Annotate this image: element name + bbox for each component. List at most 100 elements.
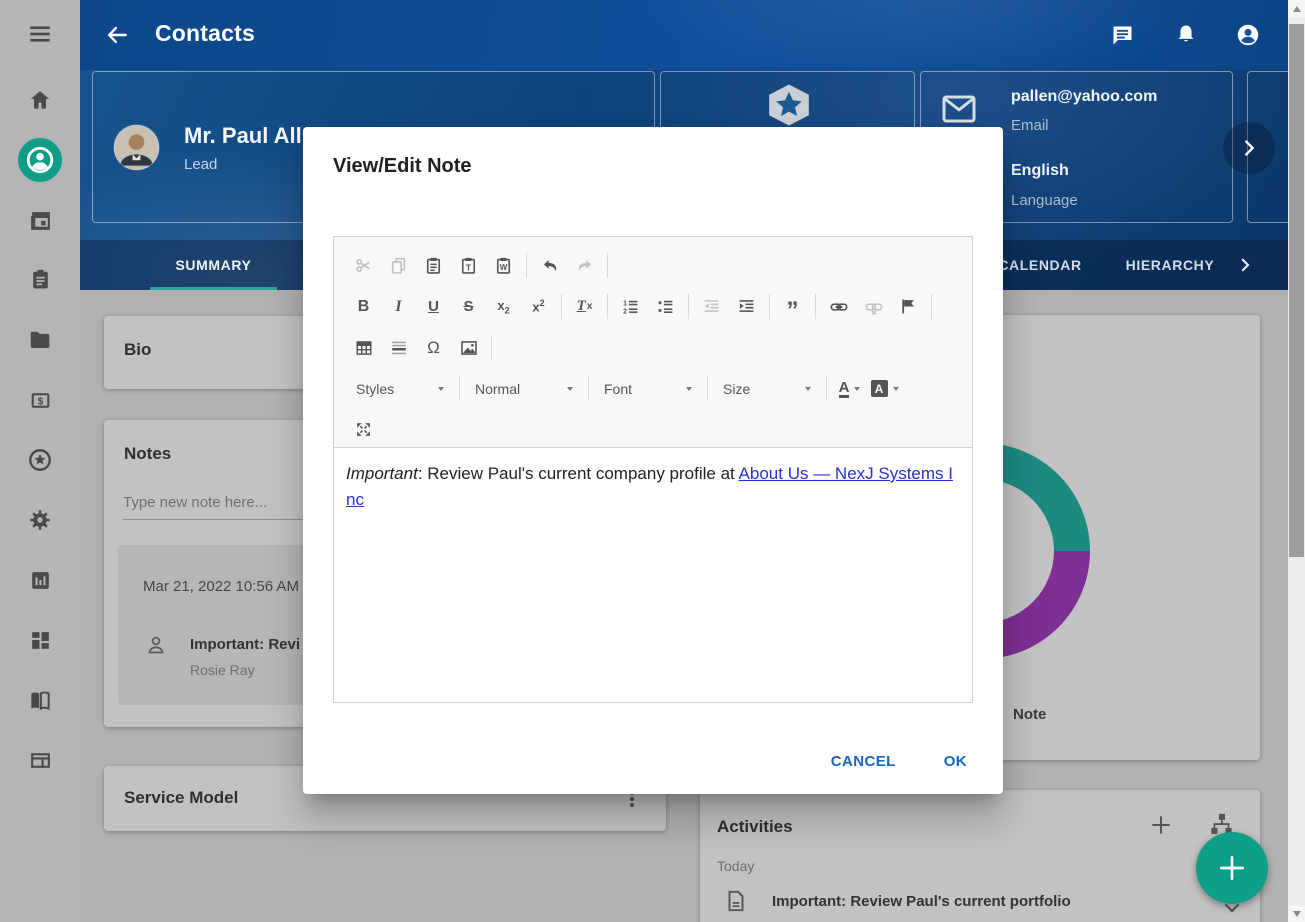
size-dropdown[interactable]: Size [713, 381, 821, 397]
paste-plain-text-icon[interactable]: T [451, 253, 486, 279]
chart-legend-note: Note [1013, 706, 1046, 723]
numbered-list-icon[interactable]: 12 [613, 294, 648, 320]
note-preview: Important: Revi [190, 636, 300, 653]
editor-toolbar: T W B I [334, 237, 972, 448]
scrollbar-thumb[interactable] [1289, 24, 1304, 557]
underline-icon[interactable]: U [416, 294, 451, 320]
email-label: Email [1011, 117, 1049, 134]
activity-item[interactable]: Important: Review Paul's current portfol… [772, 893, 1071, 910]
documents-folder-icon[interactable] [0, 318, 80, 362]
toolbar-row-tools [346, 409, 960, 450]
billing-icon[interactable]: $ [0, 378, 80, 422]
tab-hierarchy[interactable]: HIERARCHY [1115, 240, 1225, 290]
dashboard-icon[interactable] [0, 618, 80, 662]
rich-text-editor: T W B I [333, 236, 973, 703]
fab-add-button[interactable] [1196, 832, 1268, 904]
activities-group-label: Today [717, 858, 754, 874]
strikethrough-icon[interactable]: S [451, 294, 486, 320]
redo-icon[interactable] [567, 253, 602, 279]
note-author-icon [144, 633, 168, 662]
subscript-icon[interactable]: x2 [486, 294, 521, 320]
sidebar: $ [0, 0, 80, 922]
cancel-button[interactable]: CANCEL [829, 747, 898, 776]
menu-icon[interactable] [0, 12, 80, 56]
page-scrollbar[interactable] [1288, 0, 1305, 922]
bio-title: Bio [124, 340, 151, 360]
avatar [113, 124, 160, 176]
tabs-overflow-chevron-icon[interactable] [1230, 240, 1260, 290]
undo-icon[interactable] [532, 253, 567, 279]
decrease-indent-icon[interactable] [694, 294, 729, 320]
note-author: Rosie Ray [190, 662, 255, 678]
bulleted-list-icon[interactable] [648, 294, 683, 320]
format-dropdown[interactable]: Normal [465, 381, 583, 397]
toolbar-row-format: B I U S x2 x2 Tx 12 [346, 286, 960, 327]
unlink-icon[interactable] [856, 294, 891, 320]
notes-title: Notes [124, 444, 171, 464]
accounts-card-icon[interactable] [0, 738, 80, 782]
copy-icon[interactable] [381, 253, 416, 279]
language-label: Language [1011, 192, 1078, 209]
note-date: Mar 21, 2022 10:56 AM [143, 578, 299, 595]
directory-book-icon[interactable] [0, 679, 80, 723]
add-activity-icon[interactable] [1148, 812, 1174, 843]
text-color-icon[interactable]: A [832, 376, 867, 402]
svg-text:T: T [466, 262, 472, 272]
blockquote-icon[interactable]: ” [775, 294, 810, 320]
special-char-icon[interactable]: Ω [416, 335, 451, 361]
superscript-icon[interactable]: x2 [521, 294, 556, 320]
cut-icon[interactable] [346, 253, 381, 279]
activities-card: Activities Today Important: Review Paul'… [700, 790, 1260, 922]
toolbar-row-styles: Styles Normal Font Size A A [346, 368, 960, 409]
app-screen: $ Contacts [0, 0, 1305, 922]
dialog-actions: CANCEL OK [829, 747, 969, 776]
favorites-icon[interactable] [0, 438, 80, 482]
notifications-bell-icon[interactable] [1169, 18, 1203, 52]
sidebar-item-contacts[interactable] [0, 138, 80, 182]
paste-from-word-icon[interactable]: W [486, 253, 521, 279]
activity-doc-icon [723, 888, 749, 919]
hero-next-button[interactable] [1223, 122, 1275, 174]
insert-table-icon[interactable] [346, 335, 381, 361]
tab-summary[interactable]: SUMMARY [150, 240, 277, 290]
background-color-icon[interactable]: A [867, 376, 902, 402]
tasks-icon[interactable] [0, 257, 80, 301]
home-icon[interactable] [0, 78, 80, 122]
scroll-down-icon[interactable] [1288, 905, 1305, 922]
italic-icon[interactable]: I [381, 294, 416, 320]
contact-name: Mr. Paul All [184, 123, 302, 149]
settings-gear-icon[interactable] [0, 498, 80, 542]
ok-button[interactable]: OK [942, 747, 969, 776]
calendar-icon[interactable] [0, 198, 80, 242]
reports-chart-icon[interactable] [0, 558, 80, 602]
editor-content[interactable]: Important: Review Paul's current company… [334, 449, 972, 703]
expand-more-chevron-icon[interactable] [1220, 900, 1244, 922]
back-arrow-icon[interactable] [100, 18, 134, 52]
remove-format-icon[interactable]: Tx [567, 294, 602, 320]
app-header: Contacts [80, 0, 1288, 70]
contacts-active-icon [18, 138, 62, 182]
contact-email[interactable]: pallen@yahoo.com [1011, 88, 1157, 106]
account-icon[interactable] [1231, 18, 1265, 52]
styles-dropdown[interactable]: Styles [346, 381, 454, 397]
link-icon[interactable] [821, 294, 856, 320]
note-word-italic: Important [346, 464, 418, 483]
service-model-title: Service Model [124, 788, 238, 808]
activities-title: Activities [717, 817, 793, 837]
increase-indent-icon[interactable] [729, 294, 764, 320]
bold-icon[interactable]: B [346, 294, 381, 320]
svg-text:$: $ [37, 396, 43, 407]
paste-icon[interactable] [416, 253, 451, 279]
horizontal-line-icon[interactable] [381, 335, 416, 361]
maximize-icon[interactable] [346, 417, 381, 443]
contact-language: English [1011, 162, 1069, 180]
svg-text:2: 2 [623, 308, 627, 315]
insert-image-icon[interactable] [451, 335, 486, 361]
view-edit-note-dialog: View/Edit Note T [303, 127, 1003, 794]
toolbar-row-insert: Ω [346, 327, 960, 368]
font-dropdown[interactable]: Font [594, 381, 702, 397]
chat-icon[interactable] [1105, 18, 1139, 52]
scroll-up-icon[interactable] [1288, 0, 1305, 17]
anchor-flag-icon[interactable] [891, 294, 926, 320]
dialog-title: View/Edit Note [333, 155, 472, 178]
